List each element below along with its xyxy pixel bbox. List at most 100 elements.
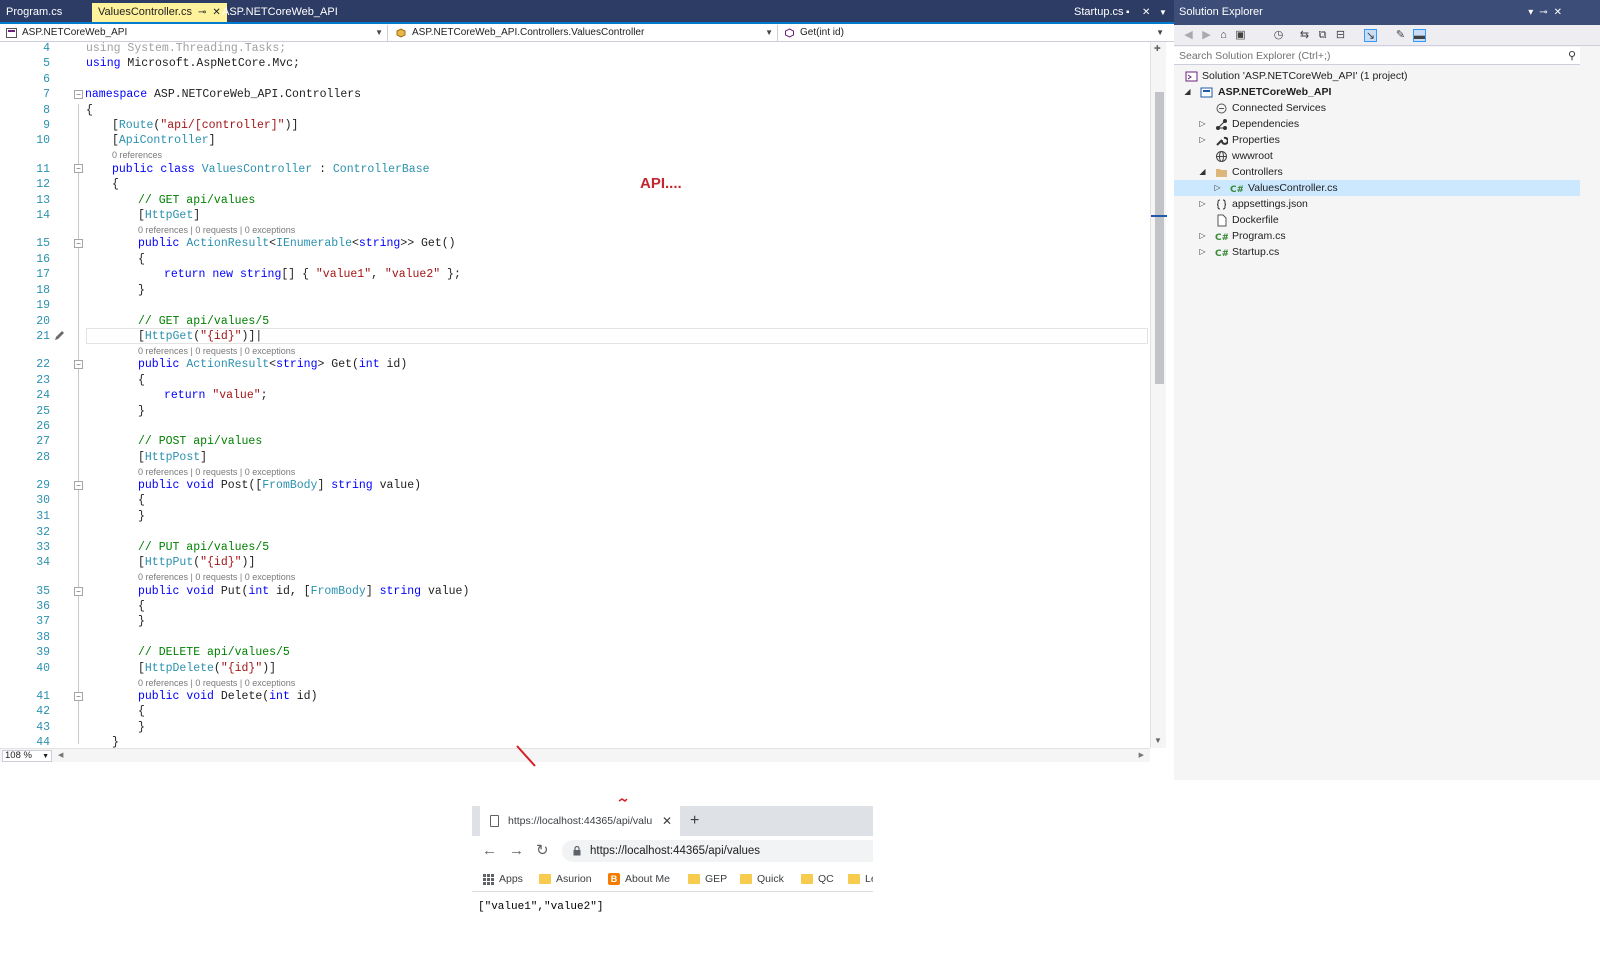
tree-item-values-controller[interactable]: ▷ C# ValuesController.cs bbox=[1174, 180, 1580, 196]
fold-guide bbox=[78, 104, 79, 744]
bookmark-about-me[interactable]: B About Me bbox=[608, 871, 670, 887]
code-line: } bbox=[138, 721, 145, 734]
tree-item-connected-services[interactable]: Connected Services bbox=[1174, 100, 1600, 116]
class-dropdown[interactable]: ASP.NETCoreWeb_API.Controllers.ValuesCon… bbox=[392, 25, 778, 41]
folder-icon bbox=[848, 874, 860, 884]
collapse-icon[interactable]: − bbox=[74, 164, 83, 173]
bookmark-le[interactable]: Le bbox=[848, 871, 873, 887]
back-arrow-icon[interactable]: ← bbox=[482, 842, 497, 860]
collapsed-arrow-icon[interactable]: ▷ bbox=[1198, 196, 1207, 212]
project-dropdown[interactable]: ASP.NETCoreWeb_API ▼ bbox=[2, 25, 388, 41]
codelens-info[interactable]: 0 references | 0 requests | 0 exceptions bbox=[138, 572, 295, 583]
bookmark-gep[interactable]: GEP bbox=[688, 871, 727, 887]
horizontal-scrollbar[interactable]: ◀ ▶ bbox=[56, 751, 1146, 761]
pin-icon[interactable]: ⊸ bbox=[1539, 7, 1553, 18]
scroll-down-icon[interactable]: ▼ bbox=[1154, 736, 1162, 745]
json-file-icon bbox=[1216, 199, 1227, 210]
code-editor[interactable]: − − − − − − − 4 5 6 7 8 9 10 11 12 13 14… bbox=[0, 42, 1172, 760]
sync-active-document-icon[interactable]: ↘ bbox=[1364, 29, 1377, 42]
bookmark-qc[interactable]: QC bbox=[801, 871, 834, 887]
reload-icon[interactable]: ↻ bbox=[536, 842, 549, 860]
expanded-arrow-icon[interactable]: ◢ bbox=[1183, 84, 1192, 100]
chevron-down-icon[interactable]: ▼ bbox=[1159, 3, 1167, 22]
codelens-info[interactable]: 0 references | 0 requests | 0 exceptions bbox=[138, 346, 295, 357]
new-tab-button[interactable]: + bbox=[690, 806, 699, 836]
collapse-icon[interactable]: − bbox=[74, 239, 83, 248]
sync-icon[interactable]: ⇆ bbox=[1298, 29, 1311, 42]
back-icon[interactable]: ◀ bbox=[1182, 29, 1195, 42]
tab-label: ValuesController.cs bbox=[98, 6, 192, 18]
forward-icon[interactable]: ▶ bbox=[1200, 29, 1213, 42]
scroll-right-icon[interactable]: ▶ bbox=[1139, 751, 1144, 759]
switch-views-icon[interactable]: ▣ bbox=[1234, 29, 1247, 42]
close-icon[interactable]: ✕ bbox=[662, 806, 672, 836]
code-comment: // PUT api/values/5 bbox=[138, 541, 270, 554]
line-number: 30 bbox=[36, 494, 50, 507]
split-add-icon[interactable]: ✚ bbox=[1154, 44, 1161, 53]
zoom-dropdown[interactable]: 108 % ▼ bbox=[2, 750, 52, 762]
tree-item-controllers[interactable]: ◢ Controllers bbox=[1174, 164, 1600, 180]
code-line: { bbox=[138, 374, 145, 387]
bookmark-quick[interactable]: Quick bbox=[740, 871, 784, 887]
codelens-info[interactable]: 0 references | 0 requests | 0 exceptions bbox=[138, 225, 295, 236]
close-icon[interactable]: ✕ bbox=[1554, 7, 1568, 18]
expanded-arrow-icon[interactable]: ◢ bbox=[1198, 164, 1207, 180]
lock-icon bbox=[573, 846, 581, 856]
bookmark-asurion[interactable]: Asurion bbox=[539, 871, 592, 887]
codelens-references[interactable]: 0 references bbox=[112, 150, 162, 161]
tab-startup-cs[interactable]: Startup.cs bbox=[1074, 3, 1124, 22]
collapse-icon[interactable]: − bbox=[74, 692, 83, 701]
vertical-scrollbar[interactable]: ✚ ▼ bbox=[1150, 42, 1167, 748]
collapsed-arrow-icon[interactable]: ▷ bbox=[1198, 244, 1207, 260]
collapsed-arrow-icon[interactable]: ▷ bbox=[1198, 116, 1207, 132]
pending-changes-icon[interactable]: ◷ bbox=[1272, 29, 1285, 42]
member-dropdown[interactable]: Get(int id) ▼ bbox=[780, 25, 1168, 41]
tree-item-program-cs[interactable]: ▷ C# Program.cs bbox=[1174, 228, 1600, 244]
code-line: { bbox=[86, 104, 93, 117]
collapse-icon[interactable]: − bbox=[74, 90, 83, 99]
tree-item-appsettings[interactable]: ▷ appsettings.json bbox=[1174, 196, 1600, 212]
tree-item-wwwroot[interactable]: wwwroot bbox=[1174, 148, 1600, 164]
search-icon[interactable]: ⚲ bbox=[1568, 47, 1576, 65]
tab-program-cs[interactable]: Program.cs bbox=[0, 3, 68, 22]
collapse-icon[interactable]: − bbox=[74, 481, 83, 490]
scroll-left-icon[interactable]: ◀ bbox=[58, 751, 63, 759]
tree-item-project[interactable]: ◢ ASP.NETCoreWeb_API bbox=[1174, 84, 1600, 100]
scrollbar-thumb[interactable] bbox=[1155, 92, 1164, 384]
wrench-icon bbox=[1216, 136, 1228, 146]
collapsed-arrow-icon[interactable]: ▷ bbox=[1213, 180, 1222, 196]
pin-icon[interactable]: ⊸ bbox=[198, 3, 206, 22]
address-bar[interactable]: https://localhost:44365/api/values bbox=[562, 840, 873, 862]
code-line: { bbox=[138, 600, 145, 613]
tree-item-properties[interactable]: ▷ Properties bbox=[1174, 132, 1600, 148]
tree-item-dependencies[interactable]: ▷ Dependencies bbox=[1174, 116, 1600, 132]
collapsed-arrow-icon[interactable]: ▷ bbox=[1198, 228, 1207, 244]
tree-item-startup-cs[interactable]: ▷ C# Startup.cs bbox=[1174, 244, 1600, 260]
collapse-all-icon[interactable]: ⧉ bbox=[1316, 29, 1329, 42]
line-number: 22 bbox=[36, 358, 50, 371]
browser-tab[interactable]: https://localhost:44365/api/valu ✕ bbox=[480, 806, 680, 836]
close-icon[interactable]: ✕ bbox=[1142, 3, 1150, 22]
tree-item-solution[interactable]: Solution 'ASP.NETCoreWeb_API' (1 project… bbox=[1174, 68, 1600, 84]
bookmark-apps[interactable]: Apps bbox=[482, 871, 523, 887]
line-number: 33 bbox=[36, 541, 50, 554]
tab-values-controller-cs[interactable]: ValuesController.cs ⊸ ✕ bbox=[92, 3, 227, 22]
csharp-project-icon bbox=[6, 28, 17, 38]
pin-icon[interactable]: ▪ bbox=[1126, 3, 1130, 22]
home-icon[interactable]: ⌂ bbox=[1217, 29, 1230, 42]
tab-project-properties[interactable]: ASP.NETCoreWeb_API bbox=[216, 3, 344, 22]
codelens-info[interactable]: 0 references | 0 requests | 0 exceptions bbox=[138, 678, 295, 689]
properties-wrench-icon[interactable]: ✎ bbox=[1394, 29, 1407, 42]
show-all-files-icon[interactable]: ⊟ bbox=[1334, 29, 1347, 42]
collapse-icon[interactable]: − bbox=[74, 360, 83, 369]
solution-explorer-search-input[interactable]: Search Solution Explorer (Ctrl+;) ⚲ bbox=[1174, 47, 1580, 65]
codelens-info[interactable]: 0 references | 0 requests | 0 exceptions bbox=[138, 467, 295, 478]
preview-selected-icon[interactable]: ▬ bbox=[1413, 29, 1426, 42]
collapsed-arrow-icon[interactable]: ▷ bbox=[1198, 132, 1207, 148]
forward-arrow-icon[interactable]: → bbox=[509, 842, 524, 860]
tree-item-label: ASP.NETCoreWeb_API bbox=[1218, 86, 1332, 98]
chevron-down-icon[interactable]: ▾ bbox=[1528, 7, 1539, 18]
line-number: 15 bbox=[36, 237, 50, 250]
tree-item-dockerfile[interactable]: Dockerfile bbox=[1174, 212, 1600, 228]
collapse-icon[interactable]: − bbox=[74, 587, 83, 596]
